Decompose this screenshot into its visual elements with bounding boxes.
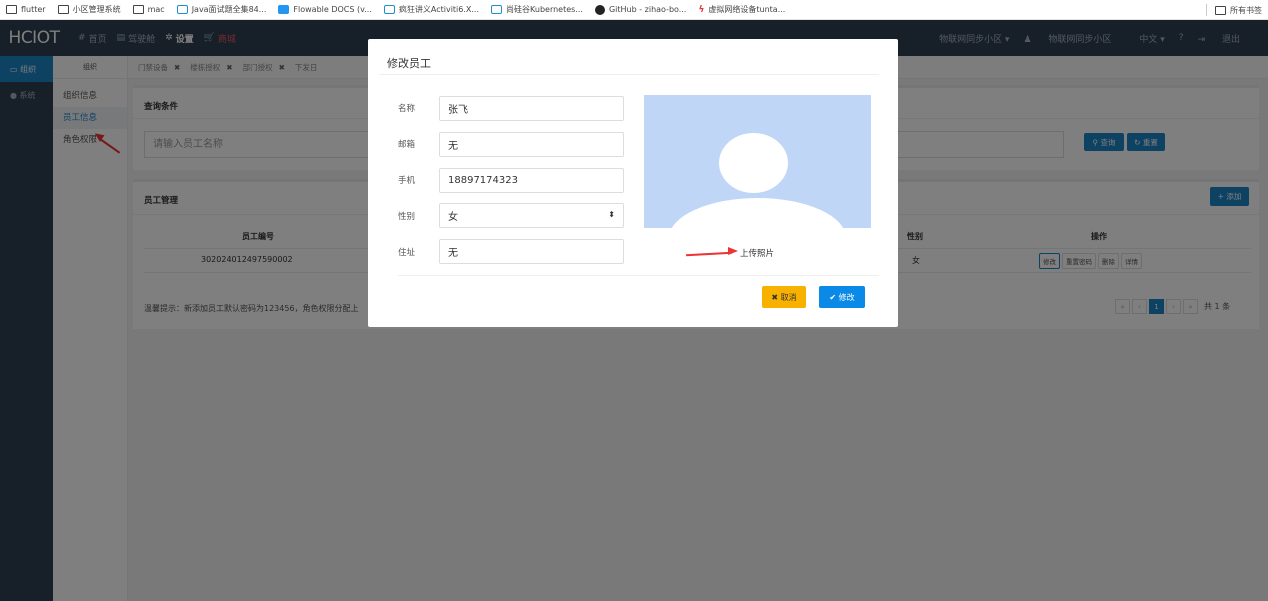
github-icon (594, 4, 605, 15)
phone-label: 手机 (398, 176, 416, 186)
avatar-body-shape (669, 198, 846, 228)
flowable-icon (278, 5, 290, 14)
bookmark-community[interactable]: 小区管理系统 (57, 4, 121, 15)
bookmark-tuntap[interactable]: ϟ 虚拟网络设备tunta... (698, 4, 785, 15)
bilibili-icon (491, 5, 503, 14)
all-bookmarks[interactable]: 所有书签 (1206, 0, 1262, 20)
name-label: 名称 (398, 104, 416, 114)
folder-icon (132, 5, 144, 14)
bookmark-github[interactable]: GitHub - zihao-bo... (594, 4, 686, 15)
gender-select[interactable]: 女 ⬍ (439, 203, 624, 228)
submit-edit-button[interactable]: ✔ 修改 (819, 286, 865, 308)
bookmarks-bar: flutter 小区管理系统 mac Java面试题全集84... Flowab… (0, 0, 1268, 20)
bookmark-flutter[interactable]: flutter (6, 5, 46, 14)
modal-title: 修改员工 (387, 57, 431, 70)
cancel-button[interactable]: ✖ 取消 (762, 286, 806, 308)
bookmark-flowable[interactable]: Flowable DOCS (v... (278, 5, 372, 14)
email-label: 邮箱 (398, 140, 416, 150)
bookmark-mac[interactable]: mac (132, 5, 165, 14)
avatar-photo-placeholder[interactable] (644, 95, 871, 228)
upload-photo-link[interactable]: 上传照片 (740, 247, 774, 259)
bookmark-java[interactable]: Java面试题全集84... (176, 4, 266, 15)
close-icon: ✖ (771, 292, 781, 302)
phone-input[interactable]: 18897174323 (439, 168, 624, 193)
folder-icon (1215, 5, 1226, 15)
annotation-arrowhead (728, 247, 738, 255)
avatar-head-shape (719, 133, 788, 193)
check-icon: ✔ (829, 292, 839, 302)
address-label: 住址 (398, 248, 416, 258)
bilibili-icon (176, 5, 188, 14)
folder-icon (6, 5, 17, 14)
email-input[interactable]: 无 (439, 132, 624, 157)
annotation-arrow-upload (685, 251, 733, 257)
name-input[interactable]: 张飞 (439, 96, 624, 121)
bolt-icon: ϟ (698, 5, 705, 15)
bookmark-kubernetes[interactable]: 尚硅谷Kubernetes... (491, 4, 583, 15)
folder-icon (57, 5, 69, 14)
bookmark-activiti[interactable]: 疯狂讲义Activiti6.X... (383, 4, 479, 15)
edit-staff-modal: 修改员工 名称 张飞 邮箱 无 手机 18897174323 性别 女 ⬍ 住址 … (368, 39, 898, 327)
gender-label: 性别 (398, 212, 416, 222)
address-input[interactable]: 无 (439, 239, 624, 264)
select-arrows-icon: ⬍ (608, 210, 615, 219)
bilibili-icon (383, 5, 395, 14)
